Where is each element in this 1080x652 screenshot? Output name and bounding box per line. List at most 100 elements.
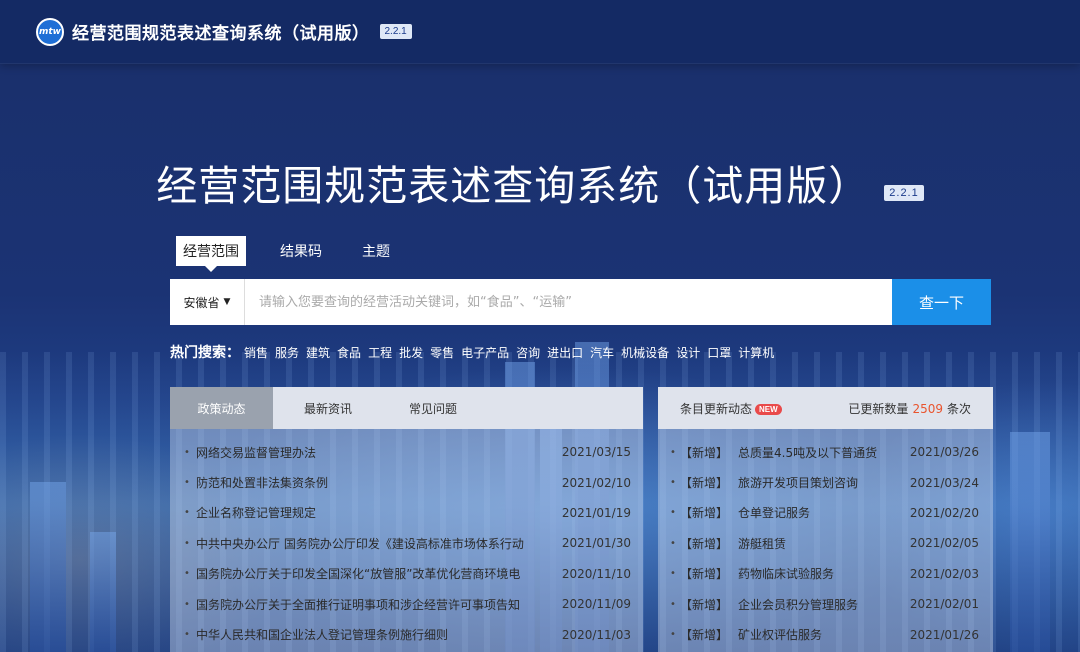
bullet-icon: • (184, 537, 190, 549)
list-item[interactable]: • 【新增】 矿业权评估服务 2021/01/26 (658, 619, 993, 649)
bullet-icon: • (184, 446, 190, 458)
list-item-title[interactable]: 企业会员积分管理服务 (736, 596, 909, 613)
list-item[interactable]: • 【新增】 旅游开发项目策划咨询 2021/03/24 (658, 467, 993, 497)
list-item-tag: 【新增】 (680, 536, 729, 551)
search-bar: 安徽省▼ 查一下 (170, 279, 991, 325)
list-item-title[interactable]: 国务院办公厅关于印发全国深化“放管服”改革优化营商环境电 (194, 565, 561, 582)
tab-topic[interactable]: 主题 (356, 237, 396, 265)
search-tabs: 经营范围 结果码 主题 (176, 236, 424, 272)
list-item[interactable]: • 【新增】 仓单登记服务 2021/02/20 (658, 498, 993, 528)
list-item[interactable]: • 国务院办公厅关于全面推行证明事项和涉企经营许可事项告知 2020/11/09 (170, 589, 643, 619)
bullet-icon: • (184, 629, 190, 641)
search-button[interactable]: 查一下 (892, 279, 991, 325)
list-item-tag: 【新增】 (680, 597, 729, 612)
province-select[interactable]: 安徽省 ▼ (170, 279, 245, 325)
hot-search-item[interactable]: 进出口 (547, 344, 583, 361)
hot-search-item[interactable]: 工程 (368, 344, 392, 361)
hot-search-item[interactable]: 食品 (337, 344, 361, 361)
bullet-icon: • (670, 507, 676, 519)
tab-result-code[interactable]: 结果码 (274, 237, 328, 265)
list-item-date: 2021/02/03 (909, 566, 979, 581)
hot-search-item[interactable]: 汽车 (590, 344, 614, 361)
new-badge: NEW (755, 403, 782, 415)
list-item-tag: 【新增】 (680, 628, 729, 643)
list-item-tag: 【新增】 (680, 506, 729, 521)
list-item-title[interactable]: 药物临床试验服务 (736, 565, 909, 582)
bullet-icon: • (184, 598, 190, 610)
list-item-date: 2020/11/10 (561, 566, 631, 581)
list-item-date: 2021/02/20 (909, 505, 979, 520)
hot-search-item[interactable]: 销售 (244, 344, 268, 361)
hot-search-item[interactable]: 设计 (676, 344, 700, 361)
list-item-date: 2021/03/26 (909, 445, 979, 460)
list-item[interactable]: • 防范和处置非法集资条例 2021/02/10 (170, 467, 643, 497)
logo-icon[interactable]: mtw (36, 17, 64, 46)
update-count-label: 已更新数量 (848, 401, 909, 416)
update-count-number: 2509 (912, 401, 943, 416)
version-badge: 2.2.1 (379, 24, 412, 39)
bullet-icon: • (184, 477, 190, 489)
province-label: 安徽省 (183, 295, 220, 310)
policy-panel: 政策动态 最新资讯 常见问题 • 网络交易监督管理办法 2021/03/15 • 防范… (170, 387, 643, 652)
list-item-date: 2021/01/30 (561, 536, 631, 551)
tab-latest-news[interactable]: 最新资讯 (273, 387, 383, 429)
hero-version-badge: 2.2.1 (884, 185, 924, 201)
list-item-title[interactable]: 仓单登记服务 (736, 504, 909, 521)
list-item[interactable]: • 网络交易监督管理办法 2021/03/15 (170, 437, 643, 467)
updates-title-wrap: 条目更新动态 NEW (680, 400, 782, 417)
list-item-title[interactable]: 游艇租赁 (736, 535, 909, 552)
list-item[interactable]: • 【新增】 总质量4.5吨及以下普通货 2021/03/26 (658, 437, 993, 467)
hot-search-item[interactable]: 口罩 (707, 344, 731, 361)
list-item[interactable]: • 国务院办公厅关于印发全国深化“放管服”改革优化营商环境电 2020/11/10 (170, 559, 643, 589)
list-item[interactable]: • 【新增】 游艇租赁 2021/02/05 (658, 528, 993, 558)
list-item-title[interactable]: 防范和处置非法集资条例 (194, 474, 561, 491)
list-item-title[interactable]: 中共中央办公厅 国务院办公厅印发《建设高标准市场体系行动 (194, 535, 561, 552)
hot-search-item[interactable]: 计算机 (738, 344, 774, 361)
updates-title: 条目更新动态 (680, 401, 753, 416)
updates-panel-header: 条目更新动态 NEW 已更新数量 2509 条次 (658, 387, 993, 429)
list-item-title[interactable]: 矿业权评估服务 (736, 626, 909, 643)
policy-list: • 网络交易监督管理办法 2021/03/15 • 防范和处置非法集资条例 2021/0… (170, 429, 643, 650)
list-item-title[interactable]: 中华人民共和国企业法人登记管理条例施行细则 (194, 626, 561, 643)
tab-faq[interactable]: 常见问题 (383, 387, 483, 429)
list-item-date: 2021/02/01 (909, 597, 979, 612)
bullet-icon: • (670, 629, 676, 641)
search-input[interactable] (245, 279, 892, 325)
list-item-date: 2021/01/19 (561, 505, 631, 520)
hot-search-item[interactable]: 咨询 (516, 344, 540, 361)
app-title: 经营范围规范表述查询系统（试用版） (72, 24, 370, 44)
list-item-title[interactable]: 旅游开发项目策划咨询 (736, 474, 909, 491)
background-building (30, 482, 66, 652)
list-item-title[interactable]: 总质量4.5吨及以下普通货 (736, 444, 909, 461)
background-building (1010, 432, 1050, 652)
bullet-icon: • (184, 568, 190, 580)
hot-search-item[interactable]: 建筑 (306, 344, 330, 361)
hot-search-item[interactable]: 服务 (275, 344, 299, 361)
update-count: 已更新数量 2509 条次 (848, 400, 971, 417)
list-item[interactable]: • 中华人民共和国企业法人登记管理条例施行细则 2020/11/03 (170, 619, 643, 649)
list-item-tag: 【新增】 (680, 476, 729, 491)
list-item-title[interactable]: 企业名称登记管理规定 (194, 504, 561, 521)
list-item-date: 2021/03/24 (909, 475, 979, 490)
list-item[interactable]: • 企业名称登记管理规定 2021/01/19 (170, 498, 643, 528)
tab-policy-news[interactable]: 政策动态 (170, 387, 273, 429)
hot-search-label: 热门搜索： (170, 345, 240, 361)
bullet-icon: • (670, 477, 676, 489)
hero-title: 经营范围规范表述查询系统（试用版） 2.2.1 (0, 152, 1080, 212)
list-item-title[interactable]: 国务院办公厅关于全面推行证明事项和涉企经营许可事项告知 (194, 596, 561, 613)
update-count-unit: 条次 (946, 401, 971, 416)
updates-list: • 【新增】 总质量4.5吨及以下普通货 2021/03/26 • 【新增】 旅游开发项目… (658, 429, 993, 650)
hot-search-item[interactable]: 批发 (399, 344, 423, 361)
list-item-title[interactable]: 网络交易监督管理办法 (194, 444, 561, 461)
bullet-icon: • (670, 537, 676, 549)
list-item[interactable]: • 【新增】 企业会员积分管理服务 2021/02/01 (658, 589, 993, 619)
list-item[interactable]: • 【新增】 药物临床试验服务 2021/02/03 (658, 559, 993, 589)
tab-business-scope[interactable]: 经营范围 (176, 236, 246, 272)
hot-search-item[interactable]: 零售 (430, 344, 454, 361)
list-item-date: 2021/02/10 (561, 475, 631, 490)
list-item-date: 2020/11/09 (561, 597, 631, 612)
hot-search-item[interactable]: 机械设备 (621, 344, 669, 361)
list-item[interactable]: • 中共中央办公厅 国务院办公厅印发《建设高标准市场体系行动 2021/01/30 (170, 528, 643, 558)
hot-search-item[interactable]: 电子产品 (461, 344, 509, 361)
bullet-icon: • (670, 568, 676, 580)
